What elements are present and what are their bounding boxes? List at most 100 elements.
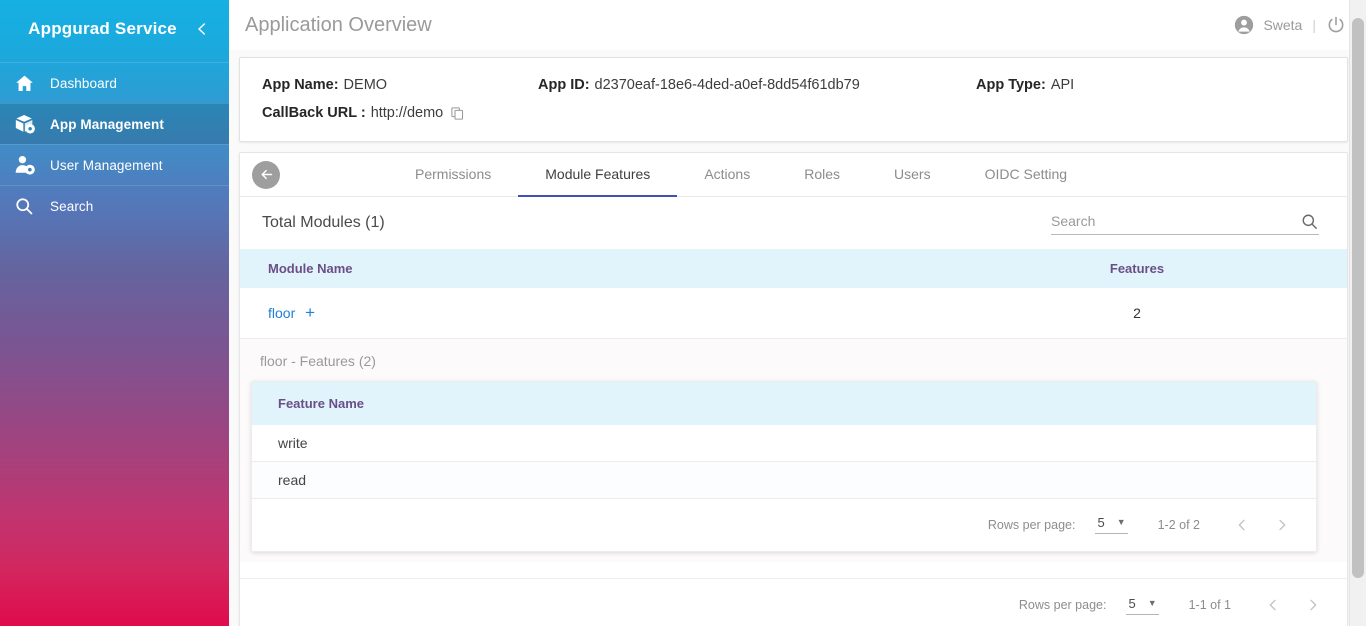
app-id-label: App ID:	[538, 77, 590, 93]
feature-name-cell: write	[252, 424, 1316, 462]
home-icon	[14, 73, 48, 94]
tab-roles[interactable]: Roles	[777, 153, 867, 197]
app-id-field: App ID: d2370eaf-18e6-4ded-a0ef-8dd54f61…	[538, 71, 976, 99]
previous-page-button[interactable]	[1222, 505, 1262, 545]
user-name: Sweta	[1263, 17, 1303, 33]
brand-title: Appgurad Service	[28, 19, 177, 38]
modules-table: Module Name Features floor + 2	[240, 249, 1347, 339]
column-feature-name: Feature Name	[252, 381, 1316, 425]
app-info-row-1: App Name: DEMO App ID: d2370eaf-18e6-4de…	[262, 71, 1325, 99]
sidebar-item-search[interactable]: Search	[0, 185, 229, 226]
sidebar-collapse-button[interactable]	[191, 18, 213, 40]
sidebar-item-app-management[interactable]: App Management	[0, 103, 229, 144]
table-row: read	[252, 461, 1316, 499]
modules-paginator-wrap: Rows per page: 5 ▼ 1-1 of 1	[240, 578, 1347, 626]
rows-per-page-select[interactable]: 5 ▼	[1126, 595, 1159, 615]
arrow-left-icon	[261, 169, 272, 180]
callback-url-label: CallBack URL :	[262, 105, 366, 121]
topbar: Application Overview Sweta |	[229, 0, 1366, 50]
chevron-left-icon	[1269, 599, 1276, 611]
features-header-row: Feature Name	[252, 381, 1316, 425]
modules-header-row: Module Name Features	[240, 249, 1347, 288]
power-icon[interactable]	[1326, 15, 1346, 35]
column-module-name: Module Name	[240, 249, 927, 288]
modules-table-body: floor + 2	[240, 288, 1347, 339]
back-button[interactable]	[252, 160, 280, 189]
features-table-head: Feature Name	[252, 381, 1316, 425]
module-features-count: 2	[927, 288, 1347, 339]
callback-url-field: CallBack URL : http://demo	[262, 99, 465, 127]
features-card: Feature Name write read Rows per page: 5…	[251, 380, 1317, 552]
tab-actions[interactable]: Actions	[677, 153, 777, 197]
sidebar-item-dashboard[interactable]: Dashboard	[0, 62, 229, 103]
rows-per-page-label: Rows per page:	[1018, 598, 1107, 612]
pagination-range: 1-1 of 1	[1188, 598, 1231, 612]
modules-toolbar: Total Modules (1)	[240, 197, 1347, 249]
table-row: write	[252, 424, 1316, 462]
page-scrollbar[interactable]	[1349, 0, 1366, 626]
tab-users[interactable]: Users	[867, 153, 958, 197]
column-features: Features	[927, 249, 1347, 288]
rows-per-page-value: 5	[1097, 515, 1105, 530]
sidebar-item-label: Dashboard	[50, 75, 117, 91]
account-circle-icon[interactable]	[1233, 14, 1255, 36]
sidebar-item-user-management[interactable]: User Management	[0, 144, 229, 185]
features-section: floor - Features (2) Feature Name write	[240, 338, 1347, 562]
box-gear-icon	[14, 113, 48, 135]
features-paginator: Rows per page: 5 ▼ 1-2 of 2	[252, 499, 1316, 551]
previous-page-button[interactable]	[1253, 585, 1293, 625]
copy-icon[interactable]	[450, 106, 465, 121]
app-name-label: App Name:	[262, 77, 339, 93]
search-box[interactable]	[1051, 211, 1319, 235]
user-gear-icon	[14, 154, 48, 176]
search-icon	[14, 196, 48, 216]
app-name-value: DEMO	[343, 77, 388, 93]
chevron-down-icon: ▼	[1116, 517, 1126, 527]
app-type-label: App Type:	[976, 77, 1046, 93]
features-table-body: write read	[252, 424, 1316, 499]
chevron-left-icon	[198, 23, 206, 35]
sidebar-item-label: User Management	[50, 157, 163, 173]
plus-icon[interactable]: +	[305, 303, 315, 322]
tabs-row: Permissions Module Features Actions Role…	[240, 153, 1347, 197]
rows-per-page-label: Rows per page:	[987, 517, 1076, 532]
features-section-title: floor - Features (2)	[260, 352, 376, 369]
app-root: Appgurad Service Dashboard App Managemen…	[0, 0, 1366, 626]
sidebar-nav: Dashboard App Management User Management…	[0, 62, 229, 226]
search-input[interactable]	[1051, 211, 1300, 231]
table-row: floor + 2	[240, 288, 1347, 339]
user-area: Sweta |	[1233, 14, 1346, 36]
sidebar-brand: Appgurad Service	[0, 0, 229, 58]
chevron-down-icon: ▼	[1147, 597, 1157, 608]
scrollbar-thumb[interactable]	[1352, 18, 1364, 578]
module-link-floor[interactable]: floor	[268, 305, 295, 321]
module-name-cell: floor +	[240, 288, 927, 339]
features-table: Feature Name write read	[252, 381, 1316, 499]
rows-per-page-value: 5	[1128, 595, 1136, 611]
user-separator: |	[1312, 17, 1316, 33]
chevron-right-icon	[1279, 519, 1286, 530]
tab-oidc-setting[interactable]: OIDC Setting	[958, 153, 1094, 197]
rows-per-page-select[interactable]: 5 ▼	[1095, 515, 1128, 534]
feature-name-cell: read	[252, 461, 1316, 499]
callback-url-value: http://demo	[370, 105, 444, 121]
next-page-button[interactable]	[1262, 505, 1302, 545]
page-title: Application Overview	[245, 13, 432, 36]
modules-table-head: Module Name Features	[240, 249, 1347, 288]
module-features-card: Permissions Module Features Actions Role…	[239, 152, 1348, 626]
app-type-field: App Type: API	[976, 71, 1074, 99]
search-icon[interactable]	[1300, 212, 1319, 231]
main-content: Application Overview Sweta | App Name: D…	[229, 0, 1366, 626]
sidebar-item-label: App Management	[50, 116, 164, 132]
total-modules-label: Total Modules (1)	[262, 214, 385, 231]
tabs: Permissions Module Features Actions Role…	[388, 153, 1094, 197]
sidebar: Appgurad Service Dashboard App Managemen…	[0, 0, 229, 626]
sidebar-item-label: Search	[50, 198, 94, 214]
app-id-value: d2370eaf-18e6-4ded-a0ef-8dd54f61db79	[594, 77, 860, 93]
tab-module-features[interactable]: Module Features	[518, 153, 678, 197]
modules-paginator: Rows per page: 5 ▼ 1-1 of 1	[240, 579, 1347, 626]
tab-permissions[interactable]: Permissions	[388, 153, 518, 197]
chevron-right-icon	[1310, 599, 1317, 611]
app-info-row-2: CallBack URL : http://demo	[262, 99, 1325, 127]
next-page-button[interactable]	[1293, 585, 1333, 625]
